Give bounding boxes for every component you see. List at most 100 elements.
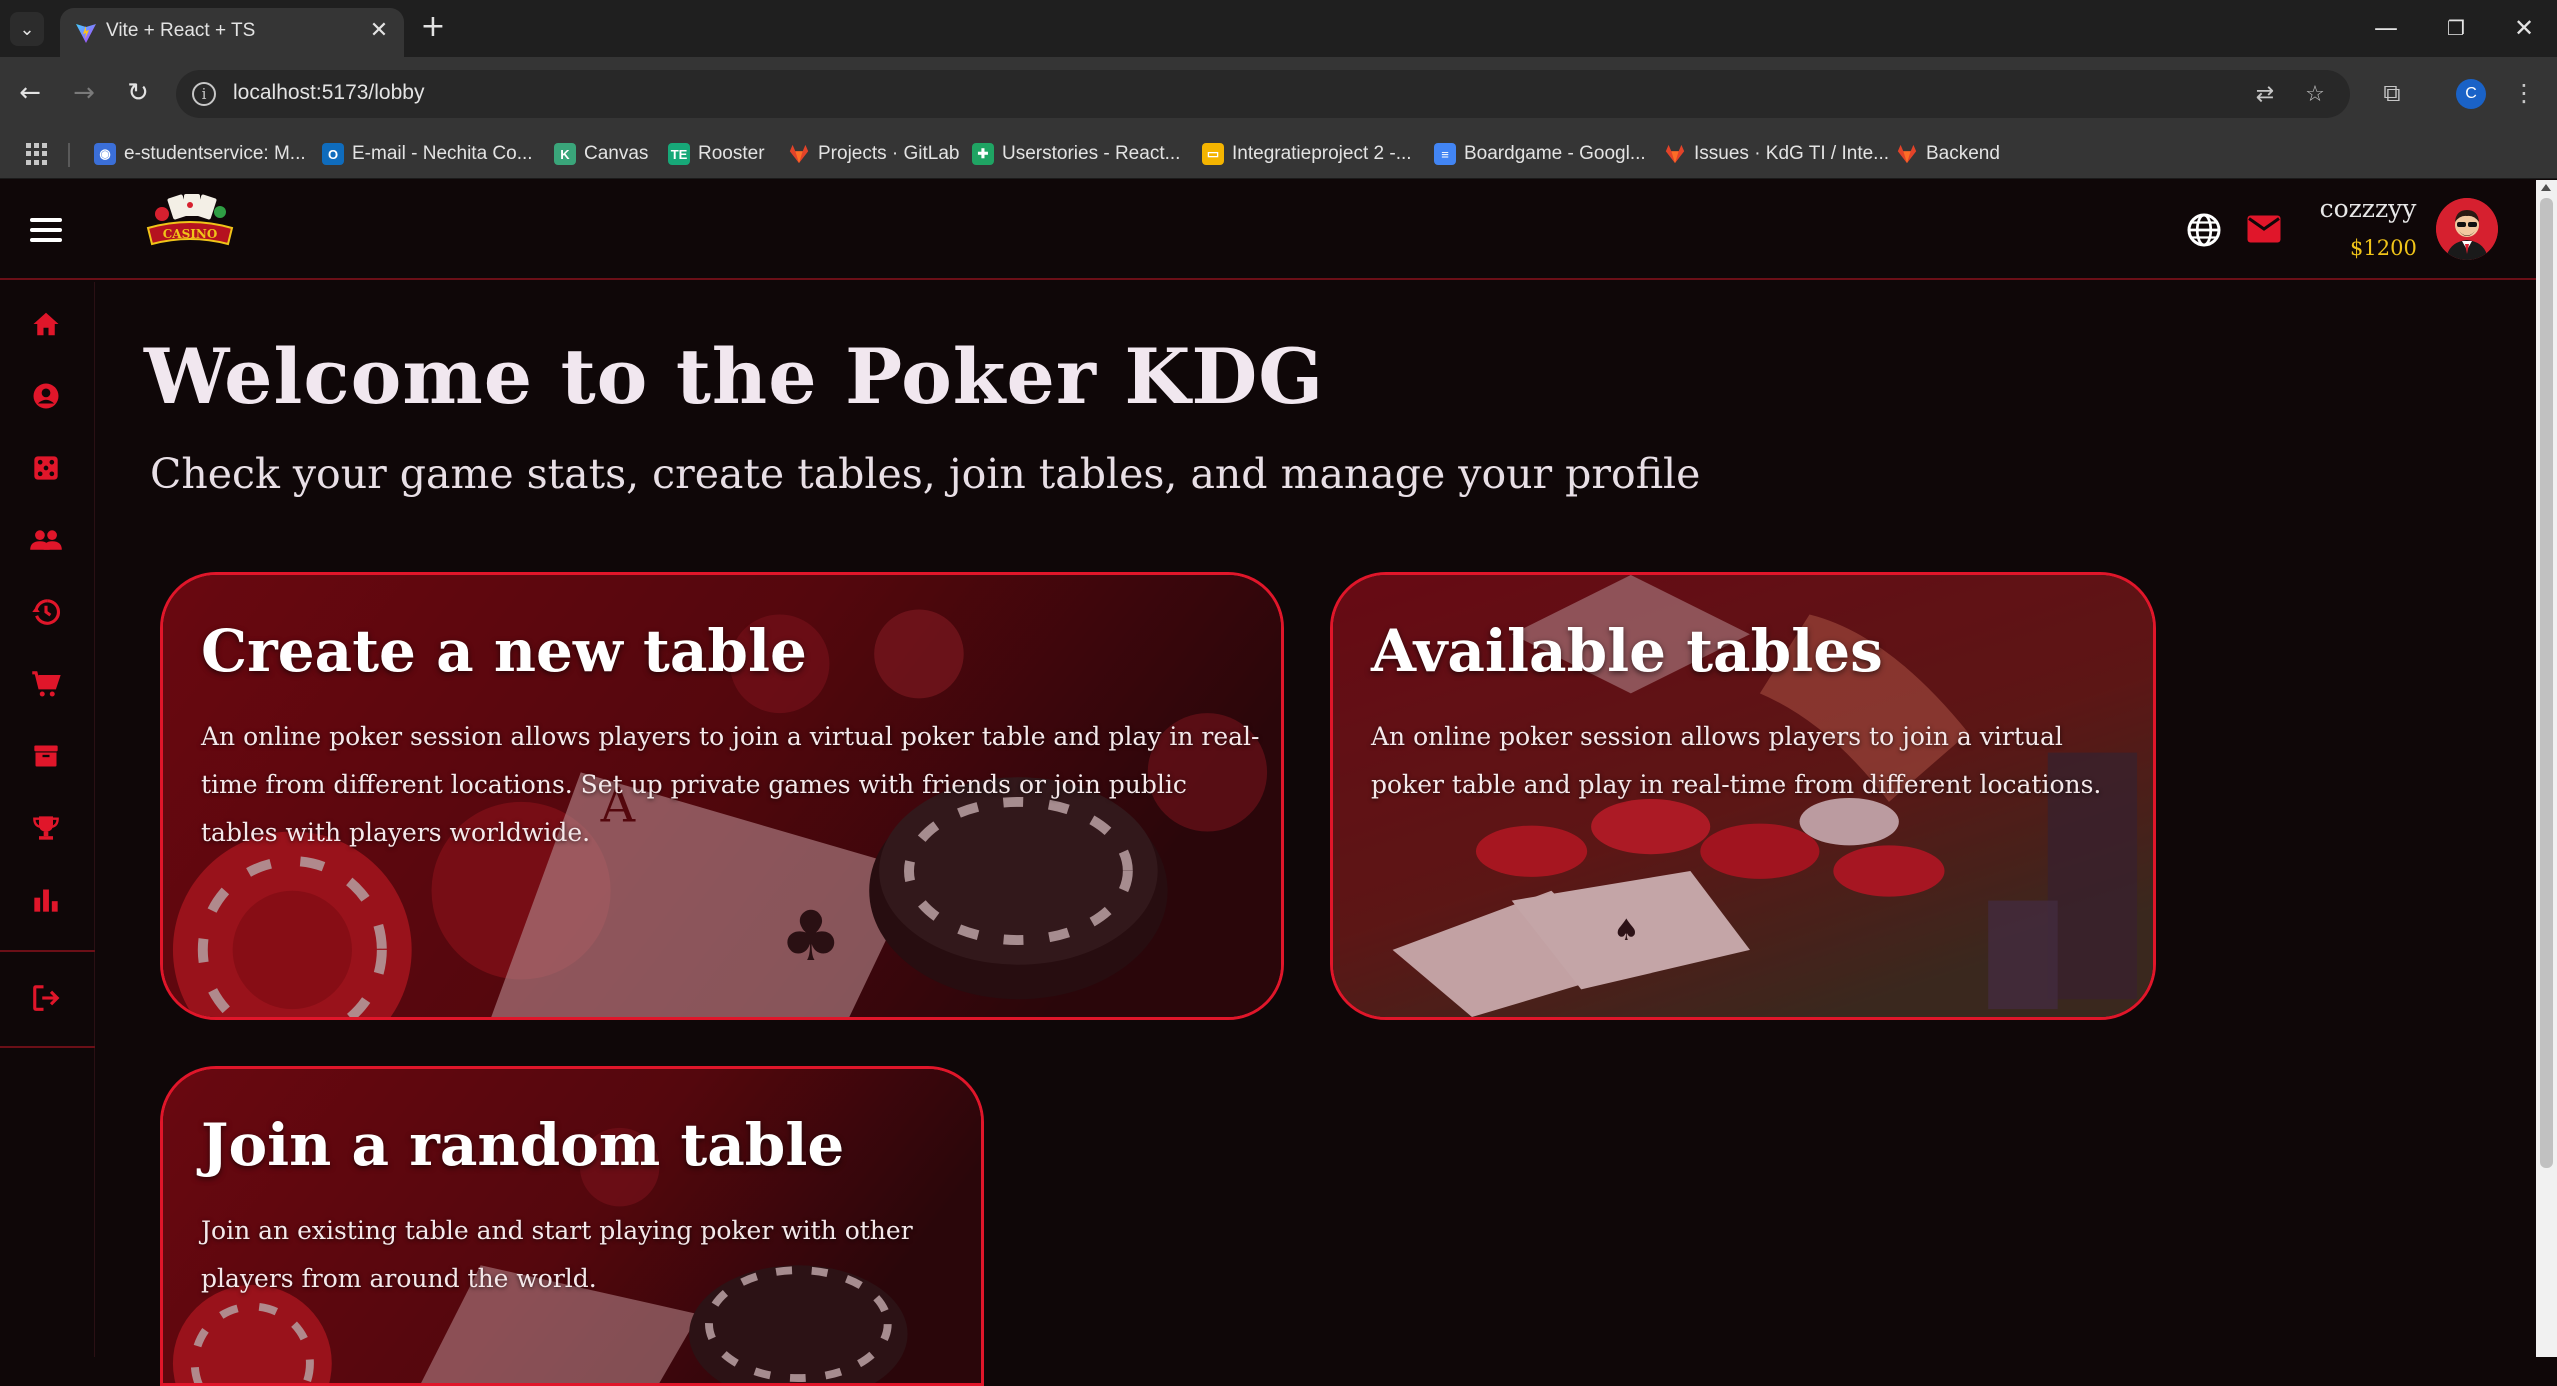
inventory-icon: [34, 745, 58, 767]
sidebar-item-shop[interactable]: [26, 664, 66, 704]
dice-icon: [34, 456, 58, 480]
card-title: Join a random table: [201, 1111, 845, 1179]
bookmarks-bar: ◉ e-studentservice: M... O E-mail - Nech…: [0, 129, 2557, 179]
bookmark-label: Integratieproject 2 -...: [1232, 143, 1412, 164]
back-arrow-icon[interactable]: ←: [10, 73, 50, 113]
address-bar[interactable]: i localhost:5173/lobby ⇄ ☆: [176, 70, 2350, 118]
gitlab-icon: [1665, 144, 1685, 164]
main-content: Welcome to the Poker KDG Check your game…: [96, 282, 2536, 1386]
sidebar-item-leaderboard[interactable]: [26, 808, 66, 848]
stats-icon: [34, 889, 58, 912]
browser-tab-bar: ⌄ Vite + React + TS ✕ + — ❐ ✕: [0, 0, 2557, 57]
bookmark-boardgame[interactable]: ≡ Boardgame - Googl...: [1434, 141, 1646, 167]
bookmark-issues[interactable]: Issues · KdG TI / Inte...: [1664, 141, 1889, 167]
shop-icon: [32, 671, 61, 697]
slides-icon: ▭: [1202, 143, 1224, 165]
bookmark-star-icon[interactable]: ☆: [2300, 80, 2330, 110]
window-close-icon[interactable]: ✕: [2504, 10, 2544, 46]
close-tab-icon[interactable]: ✕: [366, 18, 392, 44]
user-avatar[interactable]: [2436, 198, 2498, 260]
profile-avatar-icon[interactable]: C: [2456, 79, 2486, 109]
apps-grid-icon[interactable]: [26, 143, 48, 165]
globe-icon: ◉: [94, 143, 116, 165]
reload-icon[interactable]: ↻: [118, 73, 158, 113]
site-info-icon[interactable]: i: [192, 82, 216, 106]
bookmark-email[interactable]: O E-mail - Nechita Co...: [322, 141, 533, 167]
sidebar: [0, 282, 95, 1357]
bookmark-canvas[interactable]: K Canvas: [554, 141, 648, 167]
bookmark-gitlab-projects[interactable]: Projects · GitLab: [788, 141, 960, 167]
sheets-icon: ✚: [972, 143, 994, 165]
sidebar-divider: [0, 950, 95, 952]
app-header: CASINO cozzzyy $1200: [0, 180, 2536, 280]
bookmark-label: Rooster: [698, 143, 765, 164]
logout-icon: [33, 985, 60, 1011]
bookmark-integratieproject[interactable]: ▭ Integratieproject 2 -...: [1202, 141, 1412, 167]
bookmark-label: Canvas: [584, 143, 649, 164]
extensions-icon[interactable]: ⧉: [2372, 73, 2412, 113]
bookmark-label: E-mail - Nechita Co...: [352, 143, 533, 164]
card-description: An online poker session allows players t…: [201, 722, 1260, 847]
card-title: Available tables: [1371, 617, 1883, 685]
forward-arrow-icon[interactable]: →: [64, 73, 104, 113]
docs-icon: ≡: [1434, 143, 1456, 165]
browser-tab[interactable]: Vite + React + TS ✕: [60, 8, 404, 57]
globe-language-icon[interactable]: [2186, 212, 2222, 248]
bookmark-label: e-studentservice: M...: [124, 143, 306, 164]
page-title: Welcome to the Poker KDG: [144, 332, 1325, 421]
sidebar-item-profile[interactable]: [26, 376, 66, 416]
friends-icon: [30, 530, 62, 550]
scroll-up-arrow-icon[interactable]: [2541, 184, 2551, 191]
bookmark-label: Userstories - React...: [1002, 143, 1181, 164]
sidebar-item-inventory[interactable]: [26, 736, 66, 776]
vite-favicon-icon: [76, 24, 96, 43]
url-text[interactable]: localhost:5173/lobby: [233, 81, 424, 105]
hamburger-menu-icon[interactable]: [30, 218, 62, 242]
logo-text: CASINO: [163, 227, 218, 241]
card-description: An online poker session allows players t…: [1371, 722, 2102, 799]
sidebar-item-statistics[interactable]: [26, 880, 66, 920]
bookmark-separator: [68, 143, 70, 167]
page-subtitle: Check your game stats, create tables, jo…: [150, 450, 1701, 498]
translate-icon[interactable]: ⇄: [2250, 80, 2280, 110]
scrollbar-thumb[interactable]: [2540, 198, 2553, 1168]
minimize-icon[interactable]: —: [2366, 10, 2406, 46]
mail-icon[interactable]: [2246, 214, 2282, 244]
tab-title: Vite + React + TS: [106, 20, 256, 41]
available-tables-card[interactable]: ♠ Available tables An online poker sessi…: [1330, 572, 2156, 1020]
bookmark-rooster[interactable]: TE Rooster: [668, 141, 765, 167]
outlook-icon: O: [322, 143, 344, 165]
trophy-icon: [33, 816, 59, 840]
te-icon: TE: [668, 143, 690, 165]
sidebar-item-games[interactable]: [26, 448, 66, 488]
bookmark-userstories[interactable]: ✚ Userstories - React...: [972, 141, 1180, 167]
bookmark-label: Issues · KdG TI / Inte...: [1694, 143, 1890, 164]
gitlab-icon: [789, 144, 809, 164]
username[interactable]: cozzzyy: [2318, 194, 2418, 223]
profile-icon: [33, 383, 59, 409]
home-icon: [33, 312, 59, 336]
new-tab-plus-icon[interactable]: +: [416, 10, 450, 44]
card-description: Join an existing table and start playing…: [201, 1216, 913, 1293]
card-title: Create a new table: [201, 617, 807, 685]
sidebar-item-logout[interactable]: [26, 978, 66, 1018]
page-scrollbar[interactable]: [2536, 180, 2557, 1357]
bookmark-label: Projects · GitLab: [818, 143, 960, 164]
sidebar-item-friends[interactable]: [26, 520, 66, 560]
balance: $1200: [2350, 236, 2417, 260]
sidebar-item-home[interactable]: [26, 304, 66, 344]
tab-search-chevron-icon[interactable]: ⌄: [10, 12, 44, 46]
bookmark-label: Backend: [1926, 143, 2000, 164]
browser-menu-icon[interactable]: ⋮: [2504, 73, 2544, 113]
canvas-icon: K: [554, 143, 576, 165]
restore-icon[interactable]: ❐: [2436, 10, 2476, 46]
gitlab-icon: [1897, 144, 1917, 164]
create-table-card[interactable]: A ♣ Create a new table An online poker s…: [160, 572, 1284, 1020]
casino-logo[interactable]: CASINO: [140, 192, 240, 256]
join-random-table-card[interactable]: Join a random table Join an existing tab…: [160, 1066, 984, 1386]
bookmark-e-studentservice[interactable]: ◉ e-studentservice: M...: [94, 141, 306, 167]
history-icon: [32, 599, 60, 625]
sidebar-divider: [0, 1046, 95, 1048]
bookmark-backend[interactable]: Backend: [1896, 141, 2000, 167]
sidebar-item-history[interactable]: [26, 592, 66, 632]
